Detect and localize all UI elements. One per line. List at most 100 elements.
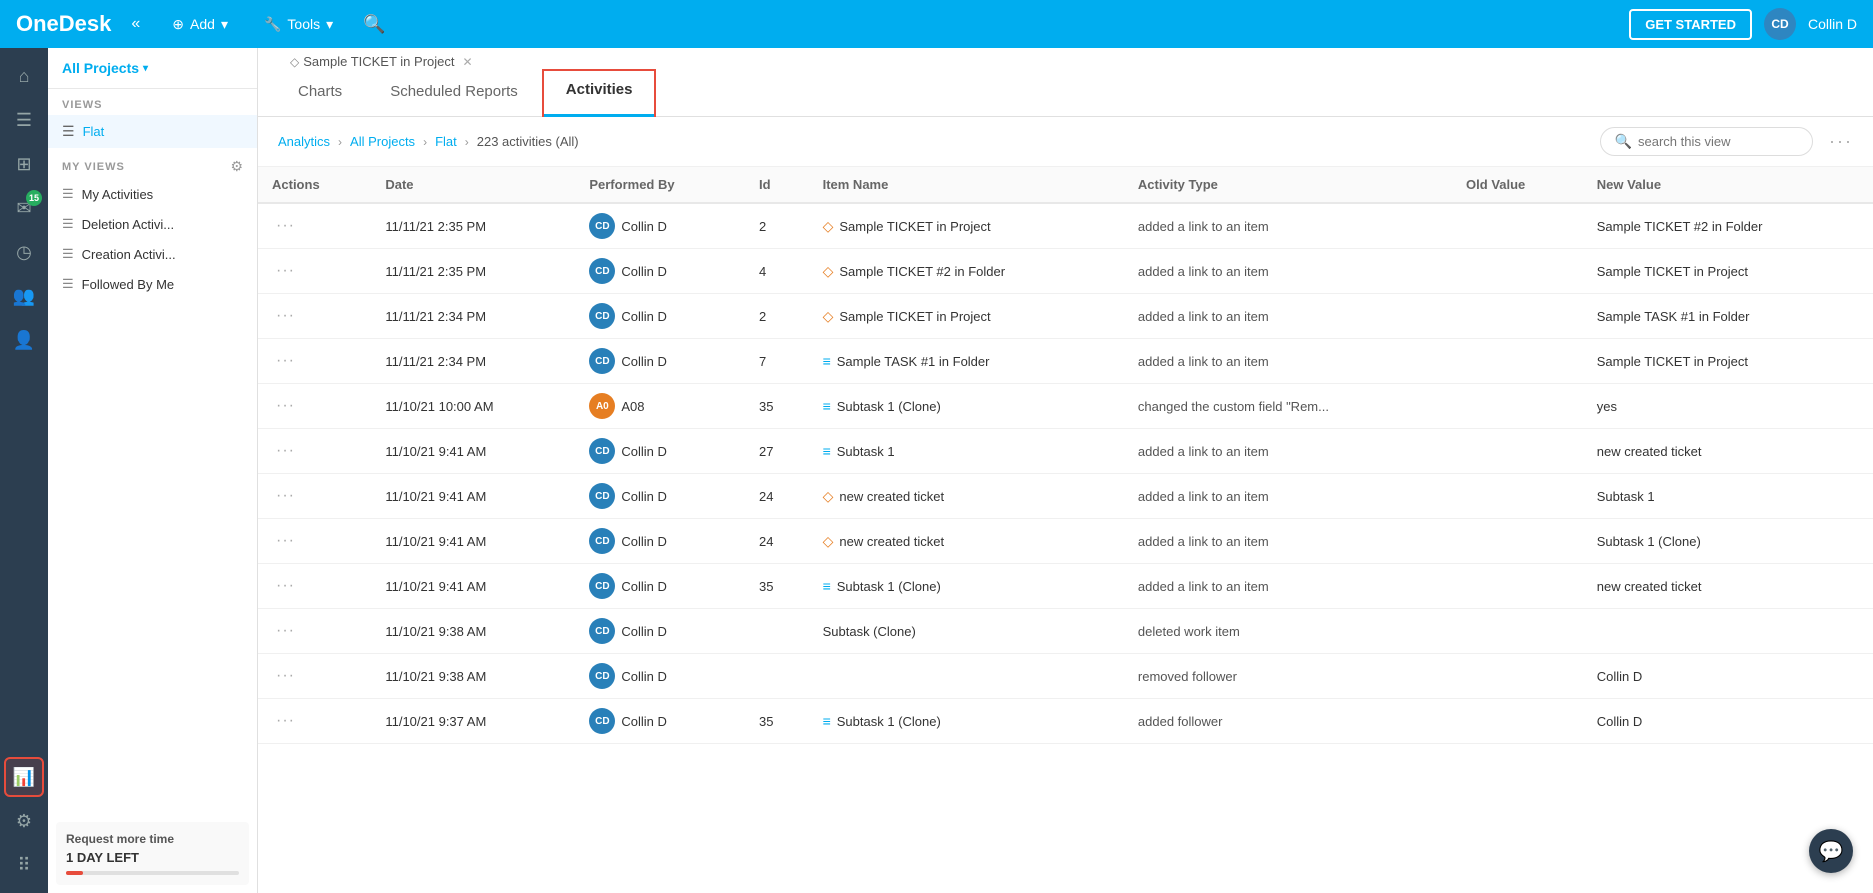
breadcrumb-sep-3: › <box>465 135 469 149</box>
flat-view-item[interactable]: ☰ Flat <box>48 115 257 148</box>
tab-charts[interactable]: Charts <box>274 69 366 117</box>
item-name-text: Sample TICKET #2 in Folder <box>839 264 1005 279</box>
cell-performer: CDCollin D <box>575 429 745 474</box>
performer-avatar: CD <box>589 483 615 509</box>
breadcrumb-all-projects[interactable]: All Projects <box>350 134 415 149</box>
row-menu-button[interactable]: ··· <box>272 307 299 325</box>
cell-performer: CDCollin D <box>575 339 745 384</box>
cell-id: 4 <box>745 249 809 294</box>
row-menu-button[interactable]: ··· <box>272 577 299 595</box>
cell-actions: ··· <box>258 429 371 474</box>
global-search-icon[interactable]: 🔍 <box>357 8 391 41</box>
breadcrumb-flat[interactable]: Flat <box>435 134 457 149</box>
tab-scheduled-reports[interactable]: Scheduled Reports <box>366 69 542 117</box>
tools-button[interactable]: 🔧 Tools ▾ <box>252 10 345 39</box>
sidebar-item-apps[interactable]: ⠿ <box>4 845 44 885</box>
item-name-text: Subtask 1 (Clone) <box>837 579 941 594</box>
cell-actions: ··· <box>258 384 371 429</box>
more-options-button[interactable]: ··· <box>1829 131 1853 152</box>
tools-icon: 🔧 <box>264 16 281 33</box>
close-tab-icon[interactable]: ✕ <box>462 55 472 69</box>
item-name-text: Subtask 1 <box>837 444 895 459</box>
views-label: VIEWS <box>48 89 257 115</box>
all-projects-button[interactable]: All Projects ▾ <box>62 60 148 76</box>
cell-item-name: ◇Sample TICKET in Project <box>809 294 1124 339</box>
cell-actions: ··· <box>258 203 371 249</box>
item-name-text: Sample TASK #1 in Folder <box>837 354 990 369</box>
cell-activity-type: added a link to an item <box>1124 339 1452 384</box>
col-date: Date <box>371 167 575 203</box>
logo: OneDesk <box>16 11 111 37</box>
add-button[interactable]: ⊕ Add ▾ <box>160 10 240 39</box>
table-row: ···11/10/21 10:00 AMA0A0835≡Subtask 1 (C… <box>258 384 1873 429</box>
cell-old-value <box>1452 609 1583 654</box>
sidebar-item-analytics[interactable]: 📊 <box>4 757 44 797</box>
cell-new-value <box>1583 609 1873 654</box>
performer-name: Collin D <box>621 579 667 594</box>
cell-item-name: ≡Subtask 1 (Clone) <box>809 384 1124 429</box>
my-activities-icon: ☰ <box>62 186 74 202</box>
cell-old-value <box>1452 654 1583 699</box>
row-menu-button[interactable]: ··· <box>272 622 299 640</box>
my-views-settings-icon[interactable]: ⚙ <box>230 158 243 175</box>
chat-bubble[interactable]: 💬 <box>1809 829 1853 873</box>
cell-id: 24 <box>745 474 809 519</box>
sidebar-item-home[interactable]: ⌂ <box>4 56 44 96</box>
main-tabs: Charts Scheduled Reports Activities <box>274 69 1873 116</box>
panel-header: All Projects ▾ <box>48 48 257 89</box>
performer-avatar: CD <box>589 708 615 734</box>
cell-id: 27 <box>745 429 809 474</box>
cell-new-value: Collin D <box>1583 699 1873 744</box>
ticket-icon: ◇ <box>823 488 834 505</box>
user-name: Collin D <box>1808 16 1857 32</box>
row-menu-button[interactable]: ··· <box>272 397 299 415</box>
col-new-value: New Value <box>1583 167 1873 203</box>
row-menu-button[interactable]: ··· <box>272 532 299 550</box>
get-started-button[interactable]: GET STARTED <box>1629 9 1752 40</box>
sidebar-item-grid[interactable]: ⊞ <box>4 144 44 184</box>
breadcrumb-analytics[interactable]: Analytics <box>278 134 330 149</box>
row-menu-button[interactable]: ··· <box>272 262 299 280</box>
creation-activi-item[interactable]: ☰ Creation Activi... <box>48 239 257 269</box>
performer-avatar: CD <box>589 258 615 284</box>
cell-date: 11/11/21 2:34 PM <box>371 339 575 384</box>
sidebar-item-messages[interactable]: ✉ 15 <box>4 188 44 228</box>
cell-item-name: ◇new created ticket <box>809 474 1124 519</box>
row-menu-button[interactable]: ··· <box>272 217 299 235</box>
cell-performer: CDCollin D <box>575 519 745 564</box>
sidebar-item-users[interactable]: 👥 <box>4 276 44 316</box>
followed-by-me-item[interactable]: ☰ Followed By Me <box>48 269 257 299</box>
cell-activity-type: added a link to an item <box>1124 249 1452 294</box>
row-menu-button[interactable]: ··· <box>272 487 299 505</box>
cell-performer: CDCollin D <box>575 699 745 744</box>
cell-date: 11/11/21 2:35 PM <box>371 203 575 249</box>
creation-activi-icon: ☰ <box>62 246 74 262</box>
row-menu-button[interactable]: ··· <box>272 442 299 460</box>
deletion-activi-item[interactable]: ☰ Deletion Activi... <box>48 209 257 239</box>
row-menu-button[interactable]: ··· <box>272 712 299 730</box>
cell-new-value: Sample TICKET in Project <box>1583 339 1873 384</box>
tab-activities[interactable]: Activities <box>542 69 657 117</box>
row-menu-button[interactable]: ··· <box>272 667 299 685</box>
current-tab-icon: ◇ <box>290 55 299 69</box>
row-menu-button[interactable]: ··· <box>272 352 299 370</box>
sidebar-item-clock[interactable]: ◷ <box>4 232 44 272</box>
sidebar-item-person[interactable]: 👤 <box>4 320 44 360</box>
search-box[interactable]: 🔍 <box>1600 127 1813 156</box>
my-activities-item[interactable]: ☰ My Activities <box>48 179 257 209</box>
sidebar-item-gear[interactable]: ⚙ <box>4 801 44 841</box>
add-chevron-icon: ▾ <box>221 16 228 33</box>
search-input[interactable] <box>1638 134 1798 149</box>
logo-text: OneDesk <box>16 11 111 37</box>
search-icon: 🔍 <box>1615 133 1632 150</box>
performer-avatar: CD <box>589 663 615 689</box>
cell-id: 35 <box>745 384 809 429</box>
sidebar-item-list[interactable]: ☰ <box>4 100 44 140</box>
performer-avatar: CD <box>589 528 615 554</box>
collapse-button[interactable]: « <box>123 11 148 37</box>
table-row: ···11/11/21 2:34 PMCDCollin D2◇Sample TI… <box>258 294 1873 339</box>
cell-old-value <box>1452 203 1583 249</box>
table-row: ···11/10/21 9:41 AMCDCollin D27≡Subtask … <box>258 429 1873 474</box>
cell-old-value <box>1452 249 1583 294</box>
cell-performer: CDCollin D <box>575 249 745 294</box>
